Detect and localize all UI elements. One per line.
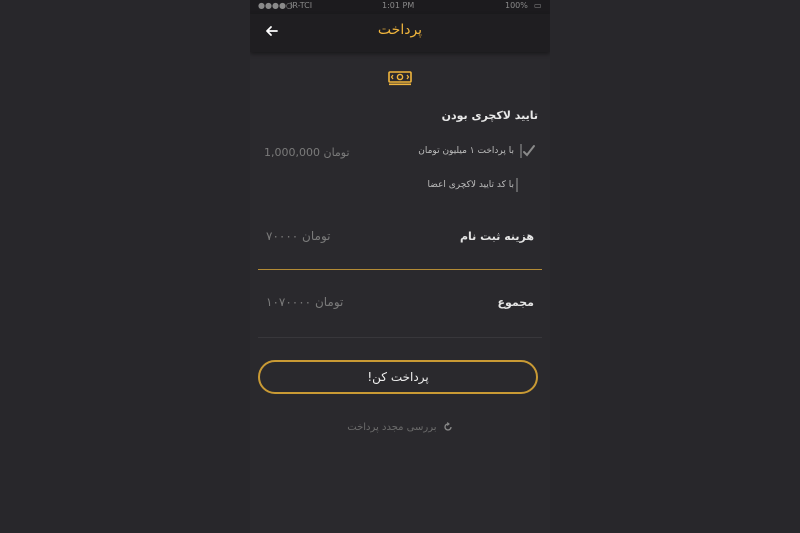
option-pay-million-amount: 1,000,000 تومان (264, 146, 350, 159)
luxury-verification-title: تایید لاکچری بودن (441, 109, 538, 122)
money-bill-icon (388, 71, 412, 86)
pay-button[interactable]: پرداخت کن! (258, 360, 538, 394)
page-title: پرداخت (377, 22, 423, 38)
battery-level: 100% (505, 1, 528, 10)
divider (258, 269, 542, 270)
signal-dots: ●●●●○ (258, 1, 293, 10)
carrier-label: IR-TCI (290, 1, 313, 10)
option-pay-million-label[interactable]: با پرداخت ۱ میلیون تومان (418, 146, 514, 156)
recheck-payment-label: بررسی مجدد پرداخت (347, 422, 437, 433)
total-label: مجموع (497, 296, 534, 309)
refresh-icon (444, 422, 452, 431)
registration-fee-amount: ۷۰۰۰۰ تومان (266, 229, 331, 243)
divider (258, 337, 542, 338)
status-bar: ●●●●○ IR-TCI 1:01 PM 100% ▭ (250, 0, 550, 14)
checkbox-empty[interactable] (516, 177, 532, 193)
phone-screen: ●●●●○ IR-TCI 1:01 PM 100% ▭ پرداخت تایید… (250, 0, 550, 533)
checkmark-icon[interactable] (520, 143, 536, 159)
total-amount: ۱۰۷۰۰۰۰ تومان (266, 295, 344, 309)
navbar: پرداخت (250, 14, 550, 52)
registration-fee-label: هزینه ثبت نام (459, 230, 534, 243)
battery-icon: ▭ (534, 1, 542, 10)
option-member-code-label[interactable]: با کد تایید لاکچری اعضا (427, 180, 514, 190)
recheck-payment-link[interactable]: بررسی مجدد پرداخت (250, 422, 550, 433)
clock: 1:01 PM (382, 1, 415, 10)
